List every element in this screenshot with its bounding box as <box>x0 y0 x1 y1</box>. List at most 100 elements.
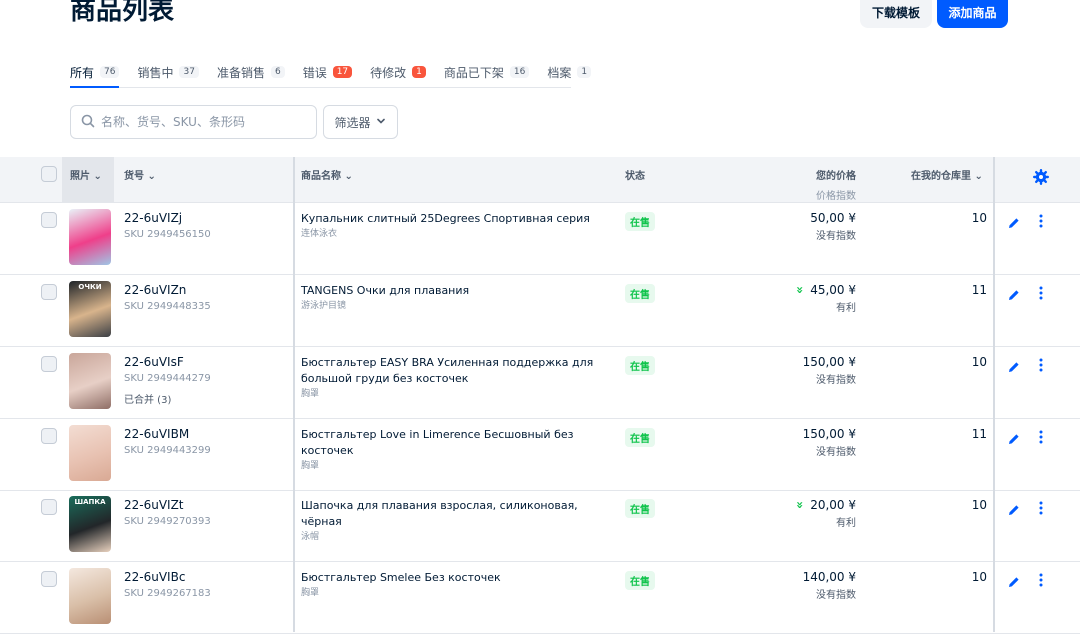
select-all-checkbox[interactable] <box>41 166 57 182</box>
product-price[interactable]: » 20,00 ¥ <box>793 498 856 512</box>
column-code[interactable]: 货号 ⌄ <box>124 167 156 182</box>
product-price[interactable]: 150,00 ¥ <box>803 355 856 369</box>
stock-quantity[interactable]: 11 <box>972 283 987 297</box>
product-code[interactable]: 22-6uVIZt <box>124 498 184 512</box>
column-stock[interactable]: 在我的仓库里 ⌄ <box>911 167 983 182</box>
row-checkbox[interactable] <box>41 356 57 372</box>
stock-quantity[interactable]: 10 <box>972 355 987 369</box>
product-price[interactable]: 50,00 ¥ <box>810 211 856 225</box>
table-row[interactable]: 22-6uVIBM SKU 2949443299 Бюстгальтер Love … <box>0 419 1080 491</box>
product-category: 连体泳衣 <box>301 229 338 239</box>
product-name[interactable]: Шапочка для плавания взрослая, силиконов… <box>301 498 611 544</box>
tab-count-badge: 6 <box>270 66 285 78</box>
product-code[interactable]: 22-6uVIBc <box>124 570 185 584</box>
product-sku: SKU 2949448335 <box>124 301 211 312</box>
product-price[interactable]: 140,00 ¥ <box>803 570 856 584</box>
row-checkbox[interactable] <box>41 499 57 515</box>
add-product-button[interactable]: 添加商品 <box>937 0 1008 28</box>
edit-pencil-icon[interactable] <box>1007 287 1021 301</box>
search-box[interactable] <box>70 105 317 139</box>
tab-count-badge: 16 <box>509 66 530 78</box>
tab-5[interactable]: 商品已下架 16 <box>444 58 530 86</box>
product-code[interactable]: 22-6uVIZj <box>124 211 182 225</box>
status-tabs: 所有 76 销售中 37 准备销售 6 错误 17 待修改 1 商品已下架 16 档案 1 <box>70 58 592 88</box>
status-badge: 在售 <box>625 356 655 375</box>
more-options-icon[interactable] <box>1035 500 1047 516</box>
settings-gear-icon[interactable] <box>1033 169 1050 189</box>
product-sku: SKU 2949267183 <box>124 588 211 599</box>
column-name-label: 商品名称 <box>301 171 341 182</box>
more-options-icon[interactable] <box>1035 213 1047 229</box>
product-category: 胸罩 <box>301 461 320 471</box>
download-template-button[interactable]: 下载模板 <box>860 0 932 28</box>
search-input[interactable] <box>101 115 301 129</box>
product-thumbnail[interactable] <box>69 568 111 624</box>
row-checkbox[interactable] <box>41 212 57 228</box>
more-options-icon[interactable] <box>1035 285 1047 301</box>
filter-button[interactable]: 筛选器 <box>323 105 398 139</box>
column-divider <box>293 157 295 632</box>
stock-quantity[interactable]: 10 <box>972 211 987 225</box>
tab-4[interactable]: 待修改 1 <box>370 58 426 86</box>
product-sku: SKU 2949444279 <box>124 373 211 384</box>
column-name[interactable]: 商品名称 ⌄ <box>301 167 353 182</box>
tab-3[interactable]: 错误 17 <box>303 58 353 86</box>
stock-quantity[interactable]: 10 <box>972 498 987 512</box>
product-code[interactable]: 22-6uVIBM <box>124 427 189 441</box>
thumb-label: ОЧКИ <box>78 283 102 291</box>
row-checkbox[interactable] <box>41 284 57 300</box>
tab-0[interactable]: 所有 76 <box>70 58 120 88</box>
tab-label: 档案 <box>547 65 572 80</box>
edit-pencil-icon[interactable] <box>1007 431 1021 445</box>
column-photo[interactable]: 照片 ⌄ <box>70 167 102 182</box>
stock-quantity[interactable]: 10 <box>972 570 987 584</box>
table-row[interactable]: ШАПКА 22-6uVIZt SKU 2949270393 Шапочка для … <box>0 490 1080 562</box>
product-thumbnail[interactable] <box>69 353 111 409</box>
table-row[interactable]: ОЧКИ 22-6uVIZn SKU 2949448335 TANGENS Очки … <box>0 275 1080 347</box>
product-name[interactable]: TANGENS Очки для плавания 游泳护目镜 <box>301 283 611 313</box>
tab-count-badge: 17 <box>332 66 353 78</box>
product-name-text: TANGENS Очки для плавания <box>301 284 470 297</box>
product-thumbnail[interactable]: ШАПКА <box>69 496 111 552</box>
product-price[interactable]: 150,00 ¥ <box>803 427 856 441</box>
tab-6[interactable]: 档案 1 <box>547 58 592 86</box>
product-name[interactable]: Купальник слитный 25Degrees Спортивная с… <box>301 211 611 241</box>
status-badge: 在售 <box>625 284 655 303</box>
tab-2[interactable]: 准备销售 6 <box>217 58 285 86</box>
more-options-icon[interactable] <box>1035 429 1047 445</box>
product-price[interactable]: » 45,00 ¥ <box>793 283 856 297</box>
edit-pencil-icon[interactable] <box>1007 359 1021 373</box>
column-code-label: 货号 <box>124 171 144 182</box>
product-category: 游泳护目镜 <box>301 301 347 311</box>
price-index: 有利 <box>836 303 856 314</box>
search-icon <box>81 113 95 132</box>
column-status: 状态 <box>625 171 645 182</box>
more-options-icon[interactable] <box>1035 572 1047 588</box>
table-row[interactable]: 22-6uVIsF SKU 2949444279 已合并 (3) Бюстгальте… <box>0 347 1080 419</box>
product-name[interactable]: Бюстгальтер Love in Limerence Бесшовный … <box>301 427 611 473</box>
status-badge: 在售 <box>625 428 655 447</box>
stock-quantity[interactable]: 11 <box>972 427 987 441</box>
product-code[interactable]: 22-6uVIsF <box>124 355 184 369</box>
edit-pencil-icon[interactable] <box>1007 215 1021 229</box>
thumb-label: ШАПКА <box>74 498 106 506</box>
price-favorable-icon: » <box>793 501 808 509</box>
column-divider <box>993 157 995 632</box>
product-name[interactable]: Бюстгальтер EASY BRA Усиленная поддержка… <box>301 355 611 401</box>
row-checkbox[interactable] <box>41 571 57 587</box>
edit-pencil-icon[interactable] <box>1007 502 1021 516</box>
product-code[interactable]: 22-6uVIZn <box>124 283 186 297</box>
merged-count[interactable]: 已合并 (3) <box>124 391 171 406</box>
status-badge: 在售 <box>625 499 655 518</box>
table-row[interactable]: 22-6uVIBc SKU 2949267183 Бюстгальтер Smele… <box>0 562 1080 634</box>
more-options-icon[interactable] <box>1035 357 1047 373</box>
product-thumbnail[interactable]: ОЧКИ <box>69 281 111 337</box>
tab-1[interactable]: 销售中 37 <box>137 58 199 86</box>
product-name[interactable]: Бюстгальтер Smelee Без косточек 胸罩 <box>301 570 611 600</box>
row-checkbox[interactable] <box>41 428 57 444</box>
product-thumbnail[interactable] <box>69 209 111 265</box>
product-thumbnail[interactable] <box>69 425 111 481</box>
edit-pencil-icon[interactable] <box>1007 574 1021 588</box>
column-price[interactable]: 您的价格 价格指数 <box>816 167 856 202</box>
table-row[interactable]: 22-6uVIZj SKU 2949456150 Купальник слитный… <box>0 203 1080 275</box>
